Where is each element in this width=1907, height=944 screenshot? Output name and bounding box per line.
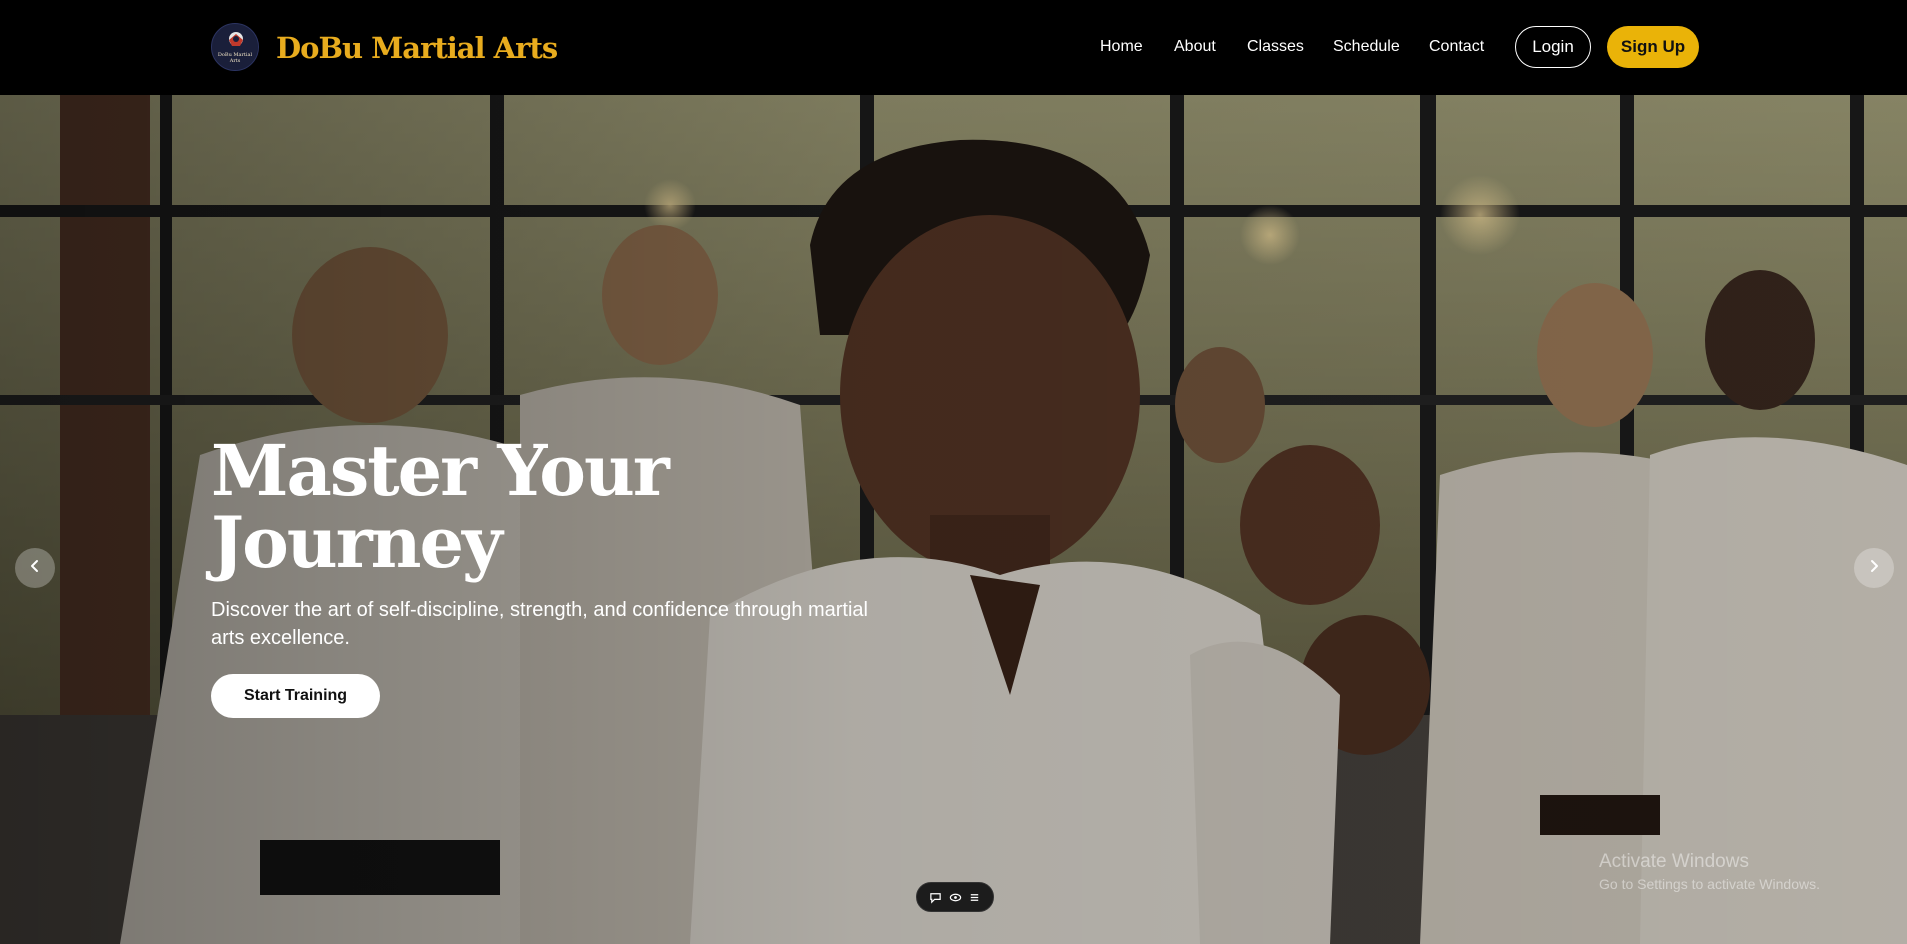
menu-icon[interactable] [968, 890, 982, 904]
carousel-next-button[interactable] [1854, 548, 1894, 588]
chevron-left-icon [27, 558, 43, 579]
comment-icon[interactable] [929, 890, 943, 904]
logo-badge-text: DoBu Martial Arts [217, 52, 253, 64]
nav-link-contact[interactable]: Contact [1429, 36, 1484, 58]
hero-title-line-1: Master Your [211, 429, 670, 512]
brand-name[interactable]: DoBu Martial Arts [276, 28, 558, 68]
watermark-subtitle: Go to Settings to activate Windows. [1599, 876, 1820, 892]
hero-carousel: Master Your Journey Discover the art of … [0, 95, 1907, 944]
hero-title: Master Your Journey [211, 435, 731, 579]
login-button[interactable]: Login [1515, 26, 1591, 68]
carousel-prev-button[interactable] [15, 548, 55, 588]
start-training-button[interactable]: Start Training [211, 674, 380, 718]
chevron-right-icon [1866, 558, 1882, 579]
nav-link-schedule[interactable]: Schedule [1333, 36, 1400, 58]
windows-activation-watermark: Activate Windows Go to Settings to activ… [1599, 850, 1820, 894]
navbar: DoBu Martial Arts DoBu Martial Arts Home… [0, 0, 1907, 95]
watermark-title: Activate Windows [1599, 851, 1749, 872]
nav-link-home[interactable]: Home [1100, 36, 1143, 58]
nav-link-classes[interactable]: Classes [1247, 36, 1304, 58]
nav-link-about[interactable]: About [1174, 36, 1216, 58]
eye-icon[interactable] [948, 890, 962, 904]
logo-icon[interactable]: DoBu Martial Arts [211, 23, 259, 71]
hero-title-line-2: Journey [211, 501, 503, 584]
floating-toolbar [916, 882, 994, 912]
signup-button[interactable]: Sign Up [1607, 26, 1699, 68]
hero-subtitle: Discover the art of self-discipline, str… [211, 599, 869, 649]
